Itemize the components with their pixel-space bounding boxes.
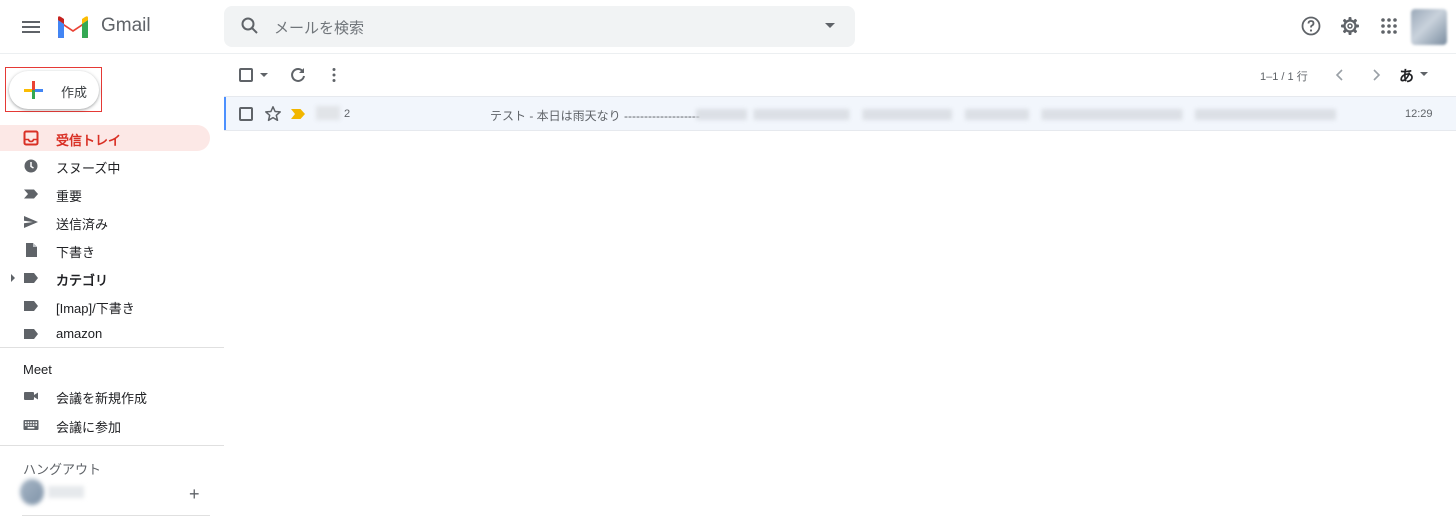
sidebar-item-label: [Imap]/下書き [56, 301, 135, 316]
mail-snippet [696, 109, 1336, 120]
video-icon [24, 392, 38, 400]
divider [0, 445, 224, 446]
sidebar-item-label: 下書き [56, 245, 96, 260]
plus-icon [24, 81, 43, 99]
compose-highlight: 作成 [5, 67, 102, 112]
sender-name [316, 106, 340, 120]
table-row[interactable]: 2 テスト - 本日は雨天なり ------------------- 12:2… [224, 96, 1456, 131]
account-avatar[interactable] [1411, 9, 1447, 45]
input-tools-dropdown-icon[interactable] [1420, 72, 1428, 76]
sidebar-item-drafts[interactable]: 下書き [0, 237, 210, 263]
apps-grid-icon[interactable] [1377, 14, 1401, 38]
divider [0, 347, 224, 348]
sidebar-item-amazon[interactable]: amazon [0, 321, 210, 347]
compose-button[interactable]: 作成 [9, 71, 99, 109]
label-icon [24, 329, 38, 339]
sidebar-item-label: スヌーズ中 [56, 161, 121, 176]
help-icon[interactable] [1299, 14, 1323, 38]
refresh-icon[interactable] [288, 65, 308, 85]
hangouts-user-avatar[interactable] [20, 479, 44, 505]
divider [22, 515, 210, 516]
more-options-icon[interactable] [324, 65, 344, 85]
mail-subject: テスト - 本日は雨天なり ------------------- [490, 109, 700, 123]
sidebar-item-label: カテゴリ [56, 273, 109, 288]
thread-count: 2 [344, 108, 351, 120]
search-icon[interactable] [240, 16, 260, 36]
main-content: 1–1 / 1 行 あ 2 テスト - 本日は雨天なり ------------… [224, 55, 1456, 530]
sidebar: 作成 受信トレイ スヌーズ中 重要 送信済み 下書き カテゴリ [Imap]/下… [0, 55, 224, 530]
sidebar-item-join-meeting[interactable]: 会議に参加 [0, 412, 210, 438]
sidebar-item-label: 会議を新規作成 [56, 391, 148, 406]
top-bar: Gmail メールを検索 [0, 0, 1456, 54]
sidebar-item-label: amazon [56, 326, 103, 341]
mail-time: 12:29 [1405, 108, 1433, 120]
sidebar-item-new-meeting[interactable]: 会議を新規作成 [0, 383, 210, 409]
gmail-logo-icon[interactable] [56, 14, 90, 40]
select-all-checkbox[interactable] [239, 68, 253, 82]
sidebar-item-important[interactable]: 重要 [0, 181, 210, 207]
sidebar-item-snoozed[interactable]: スヌーズ中 [0, 153, 210, 179]
sidebar-item-imap-drafts[interactable]: [Imap]/下書き [0, 293, 210, 319]
select-options-dropdown[interactable] [260, 73, 268, 77]
sidebar-item-sent[interactable]: 送信済み [0, 209, 210, 235]
star-icon[interactable] [264, 105, 282, 123]
important-marker-icon[interactable] [291, 109, 305, 119]
input-tools-button[interactable]: あ [1399, 65, 1414, 86]
sidebar-item-label: 会議に参加 [56, 420, 122, 435]
settings-gear-icon[interactable] [1338, 14, 1362, 38]
label-icon [24, 273, 38, 283]
sidebar-item-inbox[interactable]: 受信トレイ [0, 125, 210, 151]
main-menu-button[interactable] [20, 18, 42, 36]
sidebar-item-label: 受信トレイ [56, 133, 122, 148]
compose-label: 作成 [61, 85, 88, 100]
keyboard-icon [23, 420, 39, 430]
important-icon [24, 189, 38, 199]
search-options-icon[interactable] [825, 23, 835, 28]
search-bar[interactable]: メールを検索 [224, 6, 855, 47]
expand-arrow-icon[interactable] [11, 274, 15, 282]
sidebar-item-label: 重要 [56, 189, 83, 204]
label-icon [24, 301, 38, 311]
mail-toolbar: 1–1 / 1 行 あ [224, 55, 1456, 95]
search-input[interactable]: メールを検索 [274, 17, 364, 38]
row-checkbox[interactable] [239, 107, 253, 121]
chevron-right-icon[interactable] [1366, 65, 1386, 85]
hangouts-user-name[interactable] [48, 486, 84, 498]
pagination-text: 1–1 / 1 行 [1260, 71, 1308, 83]
sidebar-item-categories[interactable]: カテゴリ [0, 265, 210, 291]
send-icon [24, 216, 38, 228]
app-name[interactable]: Gmail [101, 15, 151, 37]
draft-icon [26, 243, 37, 257]
chevron-left-icon[interactable] [1330, 65, 1350, 85]
meet-section-title: Meet [23, 362, 52, 377]
sidebar-item-label: 送信済み [56, 217, 109, 232]
clock-icon [24, 159, 38, 173]
hangouts-section-title: ハングアウト [23, 462, 102, 477]
add-hangout-button[interactable]: + [189, 484, 200, 505]
inbox-icon [23, 130, 39, 146]
